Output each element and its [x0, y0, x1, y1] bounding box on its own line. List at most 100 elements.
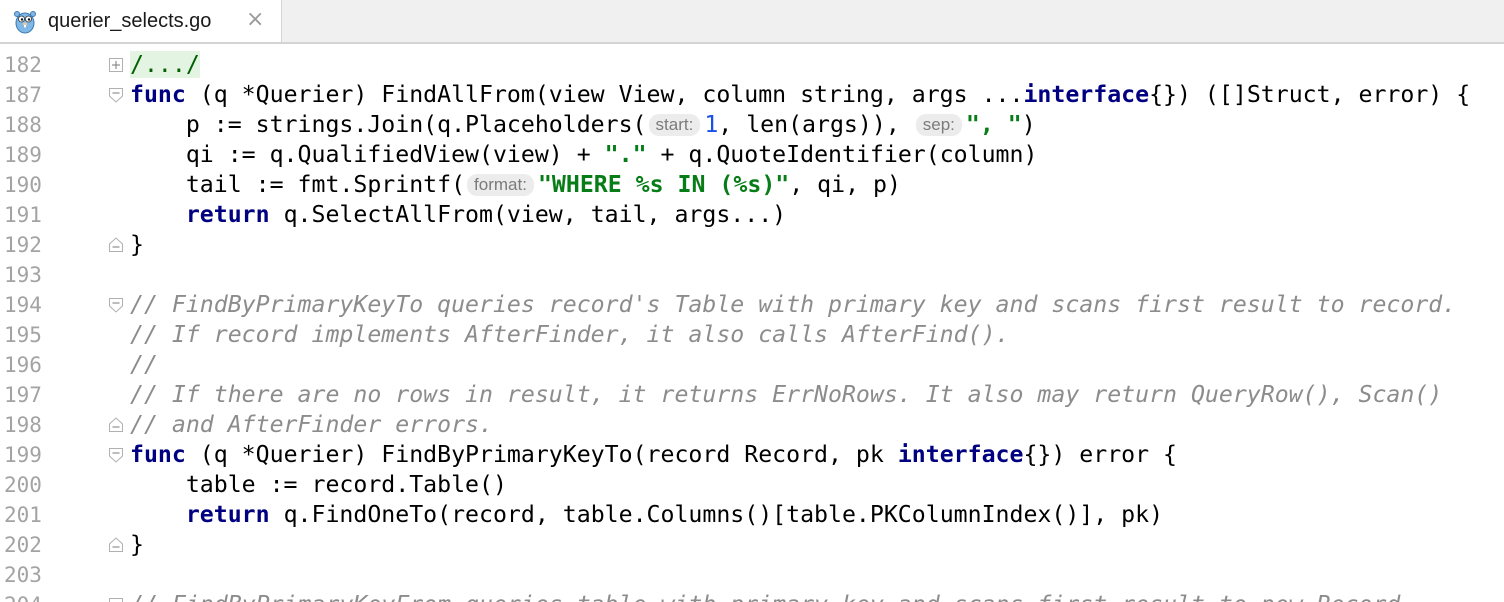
line-number[interactable]: 198 — [4, 410, 46, 440]
code-line[interactable]: 196 // — [0, 350, 1504, 380]
code-line[interactable]: 199 func (q *Querier) FindByPrimaryKeyTo(… — [0, 440, 1504, 470]
code-line[interactable]: 188 p := strings.Join(q.Placeholders(sta… — [0, 110, 1504, 140]
code-token: (q *Querier) FindAllFrom(view View, colu… — [185, 81, 1024, 108]
code-line[interactable]: 202} — [0, 530, 1504, 560]
line-number[interactable]: 195 — [4, 320, 46, 350]
line-number[interactable]: 200 — [4, 470, 46, 500]
code-line[interactable]: 187 func (q *Querier) FindAllFrom(view Vi… — [0, 80, 1504, 110]
parameter-hint: format: — [467, 174, 534, 196]
code-token: + q.QuoteIdentifier(column) — [646, 141, 1038, 168]
code-line[interactable]: 192} — [0, 230, 1504, 260]
close-icon[interactable]: × — [246, 7, 264, 32]
fold-expand-icon[interactable] — [109, 57, 123, 73]
code-token: tail := fmt.Sprintf( — [130, 171, 466, 198]
code-text[interactable]: } — [130, 230, 144, 260]
code-token: // and AfterFinder errors. — [130, 411, 493, 438]
line-number[interactable]: 204 — [4, 590, 46, 602]
line-number[interactable]: 191 — [4, 200, 46, 230]
fold-collapse-icon[interactable] — [109, 447, 123, 463]
parameter-hint: start: — [648, 114, 701, 136]
code-token: // FindByPrimaryKeyFrom queries table wi… — [130, 591, 1414, 602]
code-token: func — [130, 441, 186, 468]
line-number[interactable]: 196 — [4, 350, 46, 380]
code-line[interactable]: 195 // If record implements AfterFinder, … — [0, 320, 1504, 350]
line-number[interactable]: 197 — [4, 380, 46, 410]
code-token: // If there are no rows in result, it re… — [130, 381, 1443, 408]
fold-collapse-icon[interactable] — [109, 87, 123, 103]
code-text[interactable]: table := record.Table() — [130, 470, 507, 500]
line-number[interactable]: 193 — [4, 260, 46, 290]
line-number[interactable]: 201 — [4, 500, 46, 530]
code-token: "WHERE %s IN (%s)" — [537, 171, 790, 198]
code-text[interactable]: func (q *Querier) FindByPrimaryKeyTo(rec… — [130, 440, 1177, 470]
code-token: // FindByPrimaryKeyTo queries record's T… — [130, 291, 1457, 318]
code-token: , qi, p) — [789, 171, 901, 198]
tab-querier-selects[interactable]: querier_selects.go × — [0, 0, 282, 42]
code-text[interactable]: p := strings.Join(q.Placeholders(start: 1… — [130, 110, 1036, 140]
fold-end-icon[interactable] — [109, 417, 123, 433]
line-number[interactable]: 202 — [4, 530, 46, 560]
code-line[interactable]: 197 // If there are no rows in result, it… — [0, 380, 1504, 410]
code-token: p := strings.Join(q.Placeholders( — [130, 111, 647, 138]
line-number[interactable]: 192 — [4, 230, 46, 260]
code-text[interactable]: func (q *Querier) FindAllFrom(view View,… — [130, 80, 1470, 110]
code-line[interactable]: 200 table := record.Table() — [0, 470, 1504, 500]
code-line[interactable]: 190 tail := fmt.Sprintf(format: "WHERE %s… — [0, 170, 1504, 200]
code-line[interactable]: 193 — [0, 260, 1504, 290]
code-text[interactable]: /.../ — [130, 50, 200, 80]
code-text[interactable]: return q.SelectAllFrom(view, tail, args.… — [130, 200, 786, 230]
line-number[interactable]: 203 — [4, 560, 46, 590]
code-text[interactable]: // If record implements AfterFinder, it … — [130, 320, 1009, 350]
code-token: table := record.Table() — [130, 471, 507, 498]
code-token: {}) ([]Struct, error) { — [1149, 81, 1471, 108]
code-editor[interactable]: 182 /.../ 187 func (q *Querier) FindAllFrom… — [0, 46, 1504, 602]
code-token: q.SelectAllFrom(view, tail, args...) — [269, 201, 787, 228]
code-line[interactable]: 201 return q.FindOneTo(record, table.Col… — [0, 500, 1504, 530]
gopher-icon — [14, 11, 36, 34]
line-number[interactable]: 188 — [4, 110, 46, 140]
code-text[interactable]: // If there are no rows in result, it re… — [130, 380, 1442, 410]
code-token: q.FindOneTo(record, table.Columns()[tabl… — [269, 501, 1164, 528]
code-token: interface — [897, 441, 1024, 468]
code-token: } — [130, 231, 144, 258]
code-line[interactable]: 198 // and AfterFinder errors. — [0, 410, 1504, 440]
code-token: // If record implements AfterFinder, it … — [130, 321, 1010, 348]
line-number[interactable]: 194 — [4, 290, 46, 320]
fold-collapse-icon[interactable] — [109, 297, 123, 313]
code-token: , len(args)), — [718, 111, 914, 138]
code-text[interactable]: } — [130, 530, 144, 560]
line-number[interactable]: 187 — [4, 80, 46, 110]
line-number[interactable]: 182 — [4, 50, 46, 80]
code-token: 1 — [704, 111, 719, 138]
code-text[interactable]: return q.FindOneTo(record, table.Columns… — [130, 500, 1163, 530]
code-text[interactable]: // FindByPrimaryKeyTo queries record's T… — [130, 290, 1456, 320]
code-line[interactable]: 203 — [0, 560, 1504, 590]
code-token: // — [130, 351, 158, 378]
code-line[interactable]: 194 // FindByPrimaryKeyTo queries record'… — [0, 290, 1504, 320]
line-number[interactable]: 190 — [4, 170, 46, 200]
code-text[interactable]: qi := q.QualifiedView(view) + "." + q.Qu… — [130, 140, 1038, 170]
code-text[interactable]: tail := fmt.Sprintf(format: "WHERE %s IN … — [130, 170, 901, 200]
code-token: /.../ — [130, 51, 200, 78]
code-text[interactable]: // and AfterFinder errors. — [130, 410, 493, 440]
code-token: interface — [1023, 81, 1150, 108]
fold-end-icon[interactable] — [109, 537, 123, 553]
code-line[interactable]: 204 // FindByPrimaryKeyFrom queries table… — [0, 590, 1504, 602]
code-line[interactable]: 182 /.../ — [0, 50, 1504, 80]
code-line[interactable]: 189 qi := q.QualifiedView(view) + "." + … — [0, 140, 1504, 170]
fold-collapse-icon[interactable] — [109, 597, 123, 602]
code-token: "." — [604, 141, 647, 168]
code-token: } — [130, 531, 144, 558]
code-token: {}) error { — [1023, 441, 1178, 468]
tab-title: querier_selects.go — [48, 10, 212, 32]
code-token: ) — [1021, 111, 1036, 138]
code-text[interactable]: // FindByPrimaryKeyFrom queries table wi… — [130, 590, 1414, 602]
code-line[interactable]: 191 return q.SelectAllFrom(view, tail, a… — [0, 200, 1504, 230]
code-token: return — [185, 201, 270, 228]
line-number[interactable]: 199 — [4, 440, 46, 470]
fold-end-icon[interactable] — [109, 237, 123, 253]
code-text[interactable]: // — [130, 350, 158, 380]
line-number[interactable]: 189 — [4, 140, 46, 170]
code-token: ", " — [965, 111, 1022, 138]
